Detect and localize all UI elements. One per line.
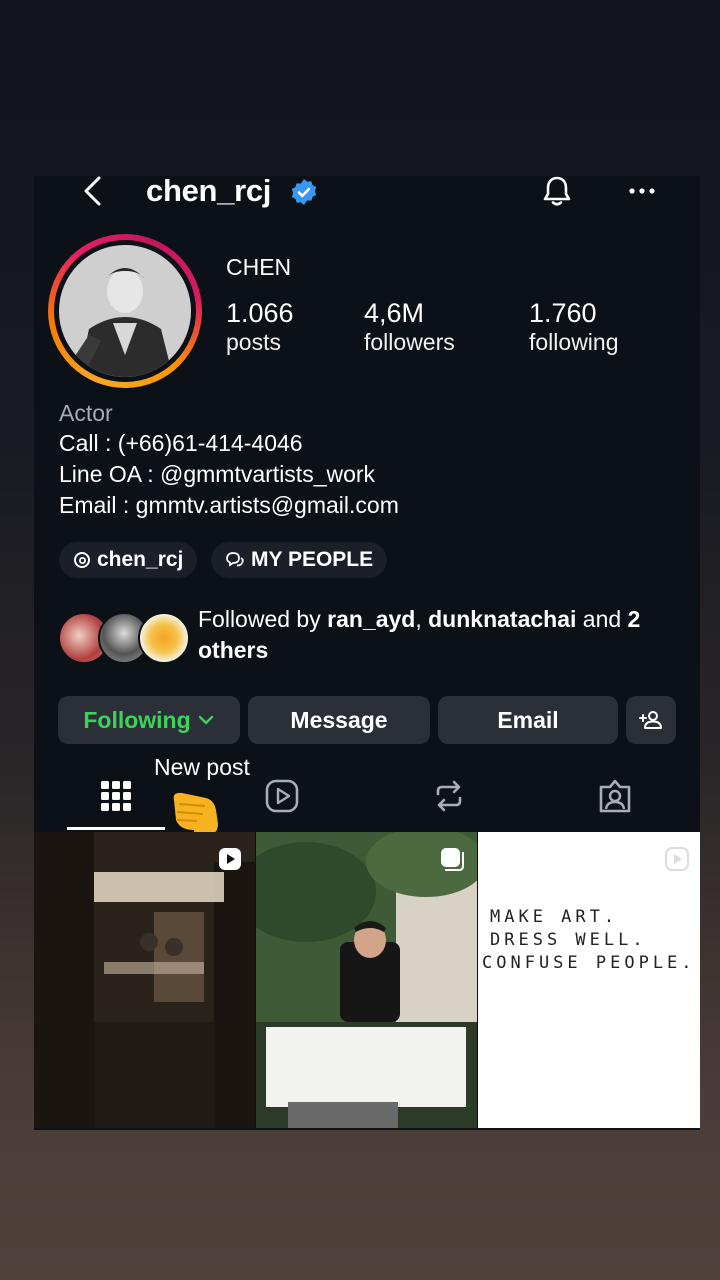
post-tile[interactable] [256, 832, 477, 1128]
avatar[interactable] [48, 234, 202, 388]
profile-card: chen_rcj CHEN 1.066 posts 4,6M followers… [34, 176, 700, 1130]
following-button[interactable]: Following [58, 696, 240, 744]
stat-posts[interactable]: 1.066 posts [226, 298, 294, 356]
followed-prefix: Followed by [198, 606, 328, 632]
more-horizontal-icon[interactable] [628, 186, 656, 196]
stat-following[interactable]: 1.760 following [529, 298, 619, 356]
carousel-badge-icon [441, 848, 464, 871]
post-tile[interactable]: MAKE ART. DRESS WELL. CONFUSE PEOPLE. [478, 832, 700, 1128]
threads-chip[interactable]: chen_rcj [59, 542, 198, 578]
followed-sep: , [415, 606, 429, 632]
stat-label: posts [226, 329, 281, 355]
avatar-photo [59, 245, 191, 377]
post-tile[interactable] [34, 832, 255, 1128]
stat-label: followers [364, 329, 455, 355]
bio-line: Line OA : @gmmtvartists_work [59, 461, 376, 487]
mutual-count: 2 [627, 606, 641, 632]
post-image [34, 832, 255, 1128]
post-text-line: DRESS WELL. [490, 930, 647, 950]
post-image [256, 832, 477, 1128]
add-user-button[interactable] [626, 696, 676, 744]
stat-value: 1.066 [226, 298, 294, 328]
post-text-line: CONFUSE PEOPLE. [482, 953, 696, 973]
mutual-user[interactable]: dunknatachai [428, 606, 576, 632]
post-handwritten-text: MAKE ART. DRESS WELL. CONFUSE PEOPLE. [482, 906, 696, 975]
bio-category: Actor [59, 400, 113, 426]
stat-label: following [529, 329, 619, 355]
email-label: Email [497, 706, 559, 733]
reels-icon[interactable] [264, 778, 300, 814]
bio-line: Email : gmmtv.artists@gmail.com [59, 492, 399, 518]
stat-value: 1.760 [529, 298, 597, 328]
chip-label: MY PEOPLE [251, 548, 374, 571]
mutual-others: others [198, 637, 269, 663]
bell-icon[interactable] [540, 176, 574, 208]
tab-active-indicator [67, 827, 165, 830]
mutual-user[interactable]: ran_ayd [327, 606, 415, 632]
reel-badge-icon [219, 848, 241, 870]
verified-badge-icon [291, 179, 317, 205]
post-text-line: MAKE ART. [490, 907, 619, 927]
chevron-down-icon [198, 715, 213, 725]
email-button[interactable]: Email [438, 696, 618, 744]
mutual-avatar[interactable] [138, 612, 190, 664]
following-label: Following [83, 706, 191, 733]
stat-followers[interactable]: 4,6M followers [364, 298, 455, 356]
reposts-icon[interactable] [431, 778, 467, 814]
new-post-tooltip: New post [154, 754, 250, 780]
message-button[interactable]: Message [248, 696, 430, 744]
stat-value: 4,6M [364, 298, 425, 328]
my-people-chip[interactable]: MY PEOPLE [211, 542, 388, 578]
followed-by-text[interactable]: Followed by ran_ayd, dunknatachai and 2 o… [198, 604, 688, 666]
bio-line: Call : (+66)61-414-4046 [59, 430, 303, 456]
reel-badge-icon [665, 847, 689, 871]
followed-mid: and [576, 606, 628, 632]
message-label: Message [290, 706, 388, 733]
tagged-icon[interactable] [597, 778, 633, 814]
grid-icon[interactable] [98, 778, 134, 814]
threads-icon [74, 552, 90, 568]
chat-bubbles-icon [226, 552, 244, 567]
profile-username: chen_rcj [146, 176, 272, 208]
chevron-left-icon[interactable] [80, 176, 106, 206]
display-name: CHEN [226, 254, 292, 280]
chip-label: chen_rcj [97, 548, 184, 571]
add-person-icon [639, 711, 662, 729]
